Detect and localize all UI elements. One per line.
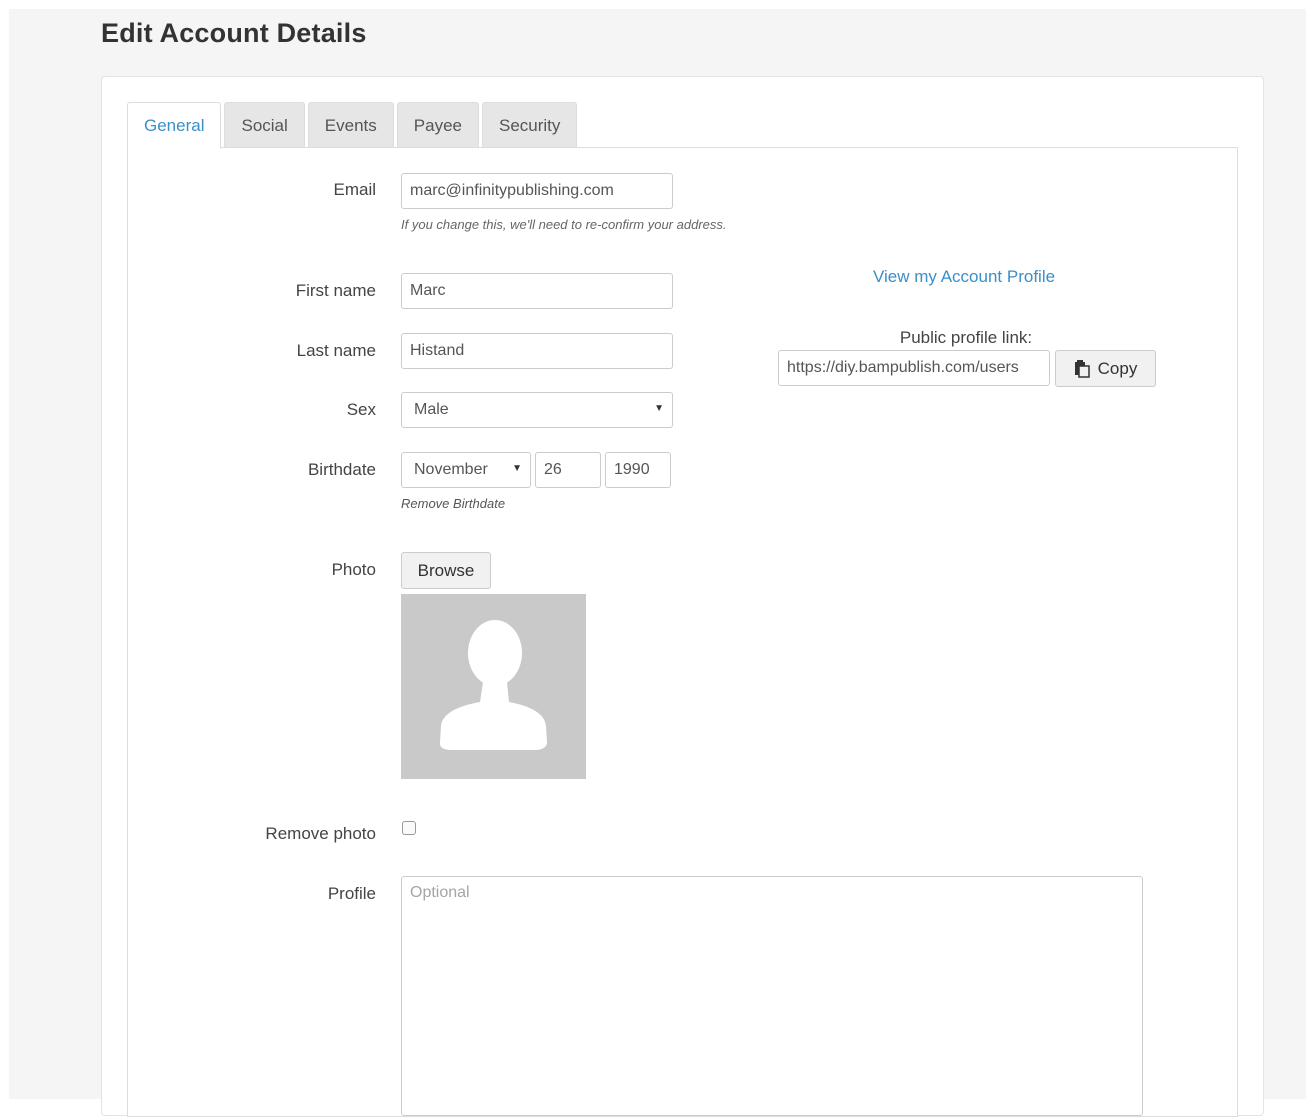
sex-label: Sex — [346, 400, 376, 419]
chevron-down-icon: ▼ — [654, 403, 664, 414]
tab-bar: General Social Events Payee Security — [127, 102, 578, 149]
birth-year-field[interactable]: 1990 — [605, 452, 671, 488]
last-name-label: Last name — [296, 341, 376, 360]
chevron-down-icon: ▼ — [512, 463, 522, 474]
birth-day-field[interactable]: 26 — [535, 452, 601, 488]
tab-social[interactable]: Social — [224, 102, 305, 148]
email-field[interactable]: marc@infinitypublishing.com — [401, 173, 673, 209]
profile-label: Profile — [327, 884, 376, 903]
remove-birthdate-link[interactable]: Remove Birthdate — [401, 496, 505, 511]
tab-security[interactable]: Security — [481, 102, 578, 148]
first-name-label: First name — [295, 281, 376, 300]
public-profile-link-label: Public profile link: — [899, 328, 1033, 347]
sex-select[interactable]: Male ▼ — [401, 392, 673, 428]
tab-events[interactable]: Events — [307, 102, 394, 148]
user-silhouette-icon — [439, 620, 547, 750]
email-label: Email — [333, 180, 376, 199]
birth-month-value: November — [414, 461, 488, 478]
tab-payee[interactable]: Payee — [396, 102, 479, 148]
birth-month-select[interactable]: November ▼ — [401, 452, 531, 488]
email-help-text: If you change this, we'll need to re-con… — [401, 217, 727, 232]
browse-button[interactable]: Browse — [401, 552, 491, 589]
public-profile-link-field[interactable]: https://diy.bampublish.com/users — [778, 350, 1050, 386]
last-name-field[interactable]: Histand — [401, 333, 673, 369]
copy-button-label: Copy — [1097, 358, 1138, 378]
sex-select-value: Male — [414, 401, 449, 418]
remove-photo-checkbox[interactable] — [402, 821, 416, 835]
tab-general[interactable]: General — [127, 102, 222, 149]
clipboard-icon — [1074, 359, 1090, 378]
photo-label: Photo — [331, 560, 376, 579]
page-title: Edit Account Details — [101, 18, 367, 48]
copy-button[interactable]: Copy — [1055, 350, 1156, 387]
view-account-profile-link[interactable]: View my Account Profile — [873, 267, 1055, 287]
birthdate-label: Birthdate — [307, 460, 376, 479]
first-name-field[interactable]: Marc — [401, 273, 673, 309]
profile-photo — [401, 594, 586, 779]
remove-photo-label: Remove photo — [265, 824, 376, 843]
profile-textarea[interactable] — [401, 876, 1143, 1116]
